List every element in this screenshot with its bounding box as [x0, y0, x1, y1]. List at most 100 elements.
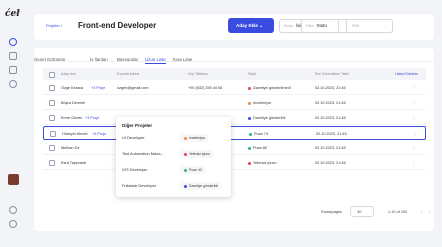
candidate-name: Özge Karaca	[61, 86, 84, 90]
home-icon[interactable]	[9, 38, 17, 46]
project-name: UI Developer	[122, 135, 145, 140]
search-placeholder: Ara	[352, 23, 359, 28]
user-avatar[interactable]	[8, 174, 19, 185]
rows-per-page-value: 10	[357, 209, 362, 214]
search-input[interactable]: Ara	[338, 19, 393, 33]
status-badge: İnceleniyor	[248, 96, 271, 110]
document-icon[interactable]	[9, 66, 17, 74]
status-badge: Puan 80	[248, 141, 267, 155]
table-row[interactable]: Melhan Öz Puan 80 02.10.2023, 21:45 ⋮	[43, 141, 426, 155]
col-email[interactable]: E-posta Adresi	[117, 68, 139, 80]
extra-projects-link[interactable]: +3 Proje	[91, 81, 105, 95]
candidate-name: Esra Taşevardi	[61, 161, 87, 165]
prev-page-icon[interactable]: ‹	[421, 209, 423, 215]
status-text: İnceleniyor	[253, 101, 272, 105]
project-status-badge: İnceleniyor	[180, 134, 210, 142]
popover-project-item[interactable]: Test Automation Mana... Yetersiz ipucu	[122, 147, 228, 161]
other-projects-popover: Diğer Projeler UI Developer İnceleniyor …	[116, 117, 231, 197]
project-name: Fullstack Developer	[122, 183, 157, 188]
project-status-text: İnceleniyor	[189, 136, 206, 140]
breadcrumb[interactable]: Projeler /	[46, 23, 62, 28]
project-status-badge: Davetiye gönderildi	[180, 182, 222, 190]
status-text: Puan 74	[254, 132, 269, 136]
status-badge: Yetersiz ipucu	[248, 156, 277, 170]
more-options-icon[interactable]: ⋮	[413, 127, 417, 141]
col-phone[interactable]: Cep Telefonu	[188, 68, 208, 80]
status-text: Davetiye gönderilmedi	[253, 86, 291, 90]
globe-icon[interactable]	[9, 206, 17, 214]
more-options-icon[interactable]: ⋮	[412, 96, 416, 110]
more-options-icon[interactable]: ⋮	[412, 141, 416, 155]
status-badge: Davetiye gönderilmedi	[248, 81, 291, 95]
updated-date: 02.10.2023, 21:45	[315, 161, 346, 165]
project-name: IOS Developer	[122, 167, 148, 172]
table-row-selected[interactable]: Hüseyin Ahmet +4 Proje Puan 74 02.10.202…	[43, 126, 426, 140]
col-status[interactable]: Statü	[248, 68, 256, 80]
rows-per-page-select[interactable]: 10	[350, 206, 374, 217]
table-row[interactable]: Büşra Demirel İnceleniyor 02.10.2023, 21…	[43, 96, 426, 110]
users-icon[interactable]	[9, 80, 17, 88]
project-status-text: Yetersiz ipucu	[189, 152, 210, 156]
tab-divider	[34, 61, 434, 62]
settings-icon[interactable]	[9, 220, 17, 228]
row-checkbox[interactable]	[49, 99, 55, 106]
status-badge: Davetiye gönderildi	[248, 111, 285, 125]
pagination-range: 1-10 of 100	[388, 210, 408, 214]
more-options-icon[interactable]: ⋮	[412, 156, 416, 170]
row-checkbox[interactable]	[49, 114, 55, 121]
rows-per-page-label: Rows/pages	[321, 210, 342, 214]
row-checkbox[interactable]	[49, 159, 55, 166]
updated-date: 02.10.2023, 21:45	[315, 116, 346, 120]
filter-value: Statü	[316, 23, 327, 28]
status-text: Puan 80	[253, 146, 268, 150]
candidate-phone: +90 (532) 255 44 66	[188, 86, 223, 90]
row-checkbox[interactable]	[49, 144, 55, 151]
add-candidate-button[interactable]: Aday Ekle ⌄	[228, 18, 274, 33]
app-logo: ćeł	[5, 9, 20, 19]
candidate-name: Emre Güven	[61, 116, 83, 120]
select-all-checkbox[interactable]	[49, 71, 55, 78]
table-row[interactable]: Özge Karaca +3 Proje ozgeh@gmail.com +90…	[43, 81, 426, 95]
popover-project-item[interactable]: Fullstack Developer Davetiye gönderildi	[122, 179, 228, 193]
candidate-email: ozgeh@gmail.com	[117, 86, 149, 90]
chevron-down-icon: ⌄	[259, 23, 264, 28]
project-status-text: Puan 40	[189, 168, 202, 172]
col-updated[interactable]: Son Güncelleme Tarihi	[315, 68, 349, 80]
status-badge: Puan 74	[249, 127, 268, 141]
table-header: Aday İsmi E-posta Adresi Cep Telefonu St…	[43, 68, 426, 80]
sort-label: Sırala	[284, 24, 293, 28]
candidate-panel: Genel Görünüm İş İlanları Başvurular Uzu…	[34, 48, 434, 231]
status-text: Yetersiz ipucu	[253, 161, 277, 165]
page-title: Front-end Developer	[78, 21, 157, 30]
more-options-icon[interactable]: ⋮	[412, 111, 416, 125]
filter-label: Filtre	[306, 24, 314, 28]
sidebar: ćeł	[0, 0, 26, 247]
status-text: Davetiye gönderildi	[253, 116, 286, 120]
updated-date: 02.10.2023, 21:45	[315, 146, 346, 150]
popover-project-item[interactable]: IOS Developer Puan 40	[122, 163, 228, 177]
next-page-icon[interactable]: ›	[429, 209, 431, 215]
candidate-name: Melhan Öz	[61, 146, 80, 150]
edit-columns-link[interactable]: Listeyi Düzenle	[395, 68, 418, 80]
updated-date: 02.10.2023, 21:45	[315, 101, 346, 105]
project-name: Test Automation Mana...	[122, 151, 164, 156]
project-status-badge: Puan 40	[180, 166, 206, 174]
table-row[interactable]: Emre Güven +3 Proje Davetiye gönderildi …	[43, 111, 426, 125]
col-name[interactable]: Aday İsmi	[61, 68, 76, 80]
updated-date: 02.10.2023, 21:45	[315, 86, 346, 90]
extra-projects-link[interactable]: +4 Proje	[92, 127, 106, 141]
more-options-icon[interactable]: ⋮	[412, 81, 416, 95]
candidate-name: Hüseyin Ahmet	[62, 132, 88, 136]
folder-icon[interactable]	[9, 52, 17, 60]
table-row[interactable]: Esra Taşevardi Yetersiz ipucu 02.10.2023…	[43, 156, 426, 170]
project-status-text: Davetiye gönderildi	[189, 184, 218, 188]
candidate-name: Büşra Demirel	[61, 101, 86, 105]
row-checkbox[interactable]	[49, 84, 55, 91]
popover-project-item[interactable]: UI Developer İnceleniyor	[122, 131, 228, 145]
popover-title: Diğer Projeler	[122, 123, 153, 128]
extra-projects-link[interactable]: +3 Proje	[85, 111, 99, 125]
add-candidate-label: Aday Ekle	[236, 23, 258, 28]
updated-date: 02.10.2023, 21:45	[316, 132, 347, 136]
project-status-badge: Yetersiz ipucu	[180, 150, 214, 158]
row-checkbox[interactable]	[50, 130, 56, 137]
